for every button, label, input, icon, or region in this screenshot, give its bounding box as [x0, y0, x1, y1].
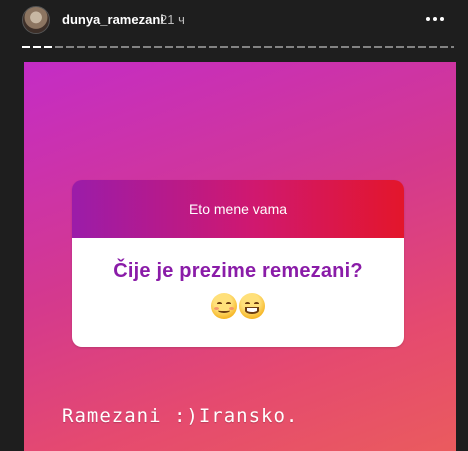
story-canvas[interactable]: Eto mene vama Čije je prezime remezani? …: [24, 62, 456, 451]
more-options-icon[interactable]: [424, 10, 446, 28]
question-sticker-title: Eto mene vama: [72, 180, 404, 238]
avatar[interactable]: [22, 6, 50, 34]
progress-segment: [22, 46, 30, 48]
emoji-row: [72, 293, 404, 319]
progress-segment: [33, 46, 41, 48]
progress-segment: [44, 46, 52, 48]
story-header: dunya_ramezani 21 ч: [0, 0, 468, 62]
answer-text: Ramezani :)Iransko.: [62, 405, 299, 427]
story-progress-bar: [22, 46, 454, 48]
progress-segment-remaining: [55, 46, 454, 48]
question-text: Čije je prezime remezani?: [113, 260, 363, 282]
question-sticker: Eto mene vama Čije je prezime remezani?: [72, 180, 404, 347]
question-sticker-body: Čije je prezime remezani?: [72, 238, 404, 347]
timestamp: 21 ч: [160, 12, 185, 27]
username[interactable]: dunya_ramezani: [62, 12, 164, 27]
smiling-face-icon: [211, 293, 237, 319]
grinning-face-icon: [239, 293, 265, 319]
